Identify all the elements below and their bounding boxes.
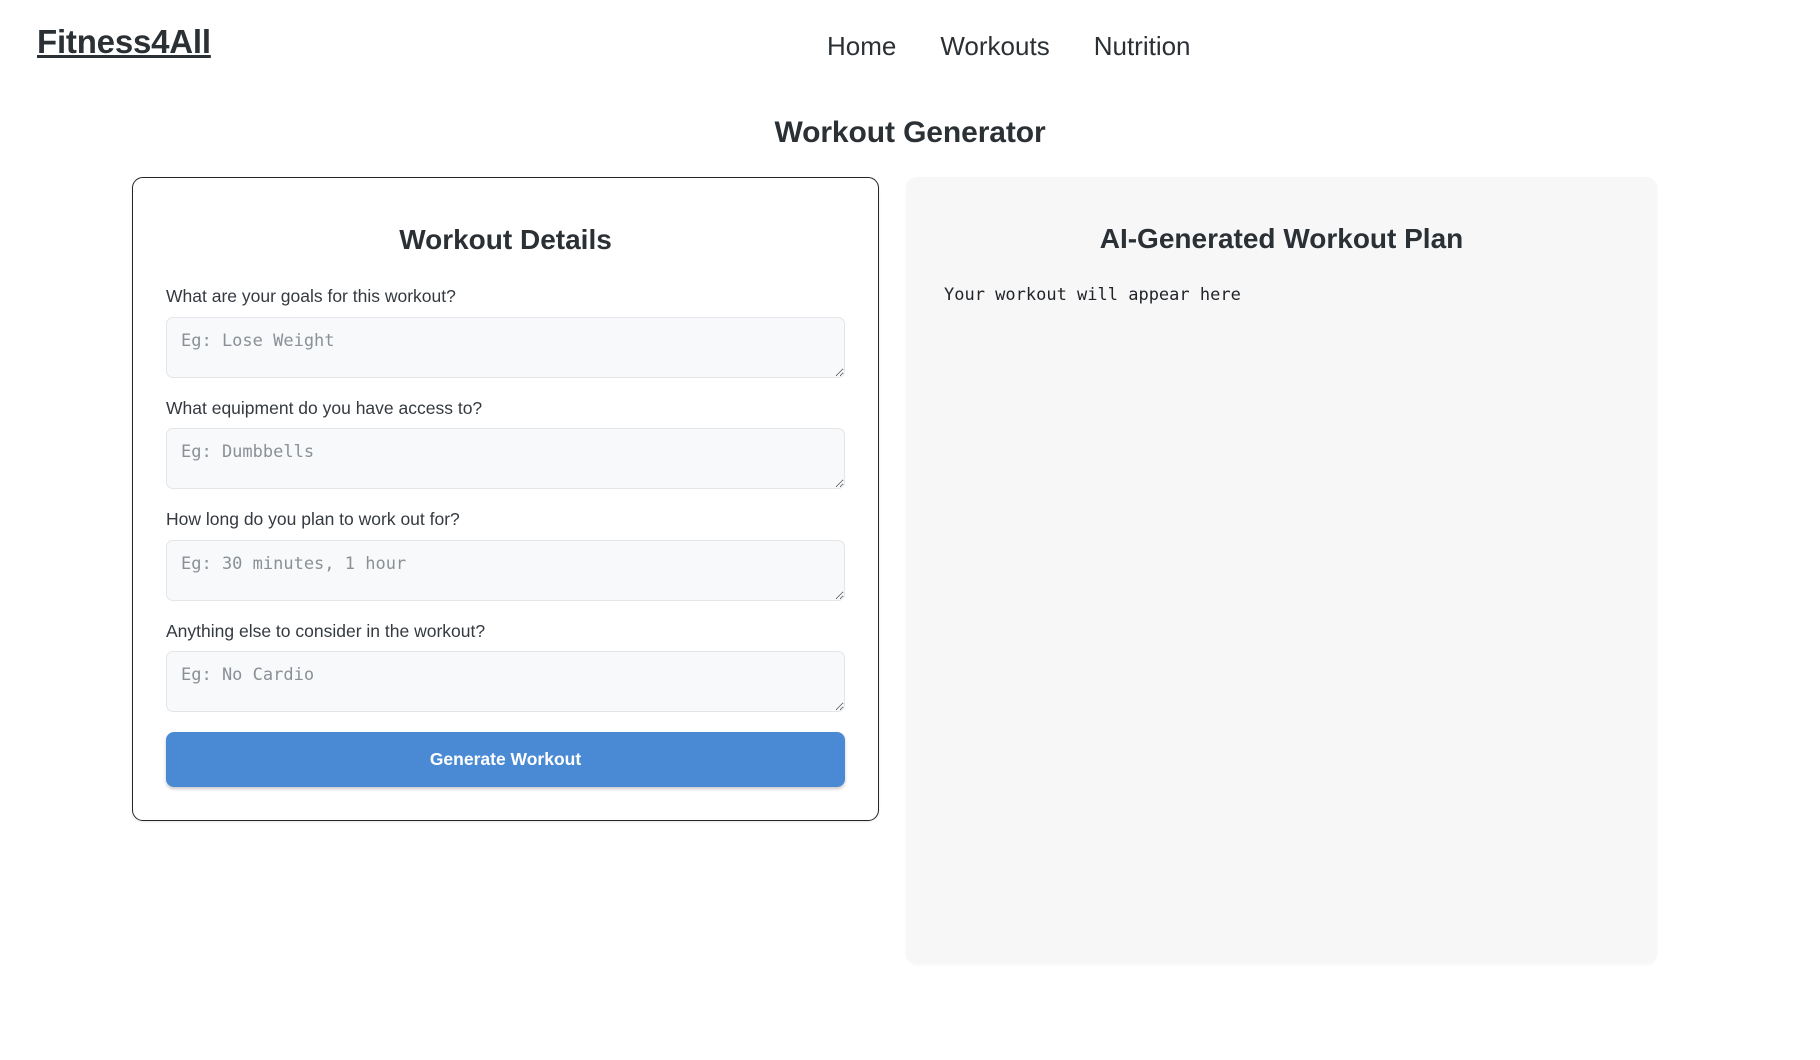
generate-workout-button[interactable]: Generate Workout bbox=[166, 731, 845, 787]
duration-input[interactable] bbox=[166, 539, 845, 601]
field-equipment-label: What equipment do you have access to? bbox=[166, 397, 483, 418]
equipment-input[interactable] bbox=[166, 428, 845, 490]
field-considerations: Anything else to consider in the workout… bbox=[166, 619, 845, 712]
workout-details-card: Workout Details What are your goals for … bbox=[132, 177, 879, 821]
workout-plan-heading: AI-Generated Workout Plan bbox=[1099, 223, 1464, 254]
page-title: Workout Generator bbox=[774, 116, 1046, 149]
considerations-input[interactable] bbox=[166, 650, 845, 712]
field-duration: How long do you plan to work out for? bbox=[166, 507, 845, 601]
workout-plan-panel: AI-Generated Workout Plan Your workout w… bbox=[906, 177, 1657, 964]
goals-input[interactable] bbox=[166, 316, 845, 378]
workout-details-heading: Workout Details bbox=[399, 224, 612, 255]
nav-link-nutrition[interactable]: Nutrition bbox=[1072, 28, 1213, 64]
main-content: Workout Details What are your goals for … bbox=[0, 177, 1820, 964]
field-goals-label: What are your goals for this workout? bbox=[166, 286, 456, 307]
brand-logo[interactable]: Fitness4All bbox=[37, 22, 211, 62]
workout-plan-output: Your workout will appear here bbox=[944, 285, 1241, 306]
main-navigation: Home Workouts Nutrition bbox=[805, 28, 1213, 64]
nav-link-workouts[interactable]: Workouts bbox=[918, 28, 1071, 64]
field-equipment: What equipment do you have access to? bbox=[166, 396, 845, 490]
field-goals: What are your goals for this workout? bbox=[166, 284, 845, 378]
nav-link-home[interactable]: Home bbox=[805, 28, 918, 64]
navbar: Fitness4All Home Workouts Nutrition bbox=[0, 0, 1820, 90]
field-considerations-label: Anything else to consider in the workout… bbox=[166, 620, 486, 641]
field-duration-label: How long do you plan to work out for? bbox=[166, 509, 460, 530]
